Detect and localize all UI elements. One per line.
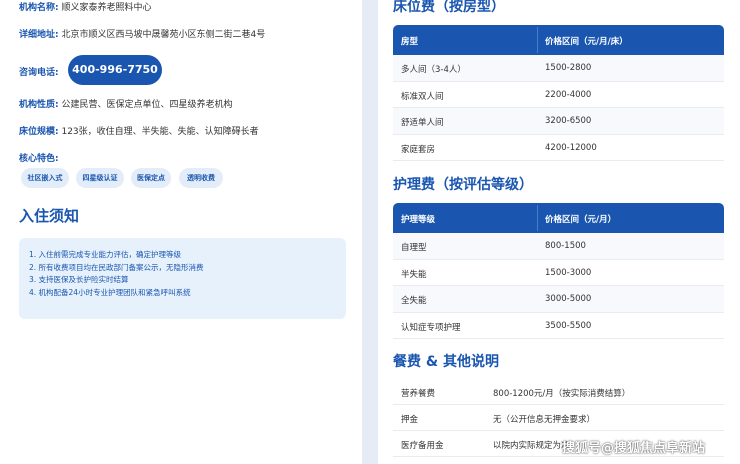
- institution-name-label: 机构名称:: [19, 3, 59, 13]
- cell-care-level: 认知症专项护理: [401, 322, 461, 333]
- cell-care-level: 半失能: [401, 269, 427, 280]
- cell-price: 2200-4000: [545, 89, 592, 100]
- list-item: 营养餐费 800-1200元/月（按实际消费结算）: [393, 379, 724, 405]
- notice-item: 1. 入住前需完成专业能力评估，确定护理等级: [29, 250, 182, 259]
- nature-label: 机构性质:: [19, 100, 59, 110]
- cell-price: 4200-12000: [545, 142, 597, 153]
- nature-value: 公建民营、医保定点单位、四星级养老机构: [61, 100, 233, 110]
- care-fee-title: 护理费（按评估等级）: [393, 177, 533, 193]
- table-row: 认知症专项护理 3500-5500: [393, 313, 724, 339]
- features-label: 核心特色:: [19, 154, 59, 164]
- notice-item: 3. 支持医保及长护险实时结算: [29, 275, 129, 284]
- other-item-label: 押金: [401, 415, 419, 425]
- address-row: 详细地址: 北京市顺义区西马坡中晟馨苑小区东侧二街二巷4号: [19, 27, 265, 40]
- care-fee-table-header: 护理等级 价格区间（元/月）: [393, 203, 724, 233]
- feature-tag: 透明收费: [179, 168, 223, 188]
- feature-tag: 社区嵌入式: [21, 168, 69, 188]
- notice-title: 入住须知: [19, 207, 80, 225]
- care-fee-header-level: 护理等级: [401, 215, 436, 225]
- cell-price: 3500-5500: [545, 320, 592, 331]
- cell-room-type: 家庭套房: [401, 144, 436, 155]
- care-fee-table: 护理等级 价格区间（元/月） 自理型 800-1500 半失能 1500-3000 …: [393, 203, 724, 339]
- nature-row: 机构性质: 公建民营、医保定点单位、四星级养老机构: [19, 97, 233, 110]
- cell-price: 3200-6500: [545, 116, 592, 126]
- phone-button[interactable]: 400-996-7750: [68, 55, 162, 85]
- notice-box: 1. 入住前需完成专业能力评估，确定护理等级 2. 所有收费项目均在民政部门备案…: [19, 238, 346, 319]
- institution-name-row: 机构名称: 顺义家泰养老照料中心: [19, 0, 152, 13]
- other-item-value: 以院内实际规定为准: [493, 441, 570, 451]
- other-item-value: 无（公开信息无押金要求）: [493, 415, 596, 425]
- table-row: 半失能 1500-3000: [393, 260, 724, 286]
- table-row: 自理型 800-1500: [393, 233, 724, 260]
- bed-fee-header-price: 价格区间（元/月/床）: [545, 37, 628, 47]
- cell-price: 1500-3000: [545, 267, 592, 278]
- table-row: 舒适单人间 3200-6500: [393, 108, 724, 135]
- bed-fee-title: 床位费（按房型）: [393, 0, 505, 15]
- notice-item: 4. 机构配备24小时专业护理团队和紧急呼叫系统: [29, 287, 191, 297]
- table-row: 全失能 3000-5000: [393, 286, 724, 313]
- other-item-label: 医疗备用金: [401, 441, 444, 451]
- institution-name-value: 顺义家泰养老照料中心: [61, 3, 152, 13]
- table-row: 多人间（3-4人） 1500-2800: [393, 55, 724, 82]
- feature-tag: 医保定点: [131, 168, 171, 188]
- other-fee-title: 餐费 & 其他说明: [393, 354, 499, 370]
- bed-fee-table-header: 房型 价格区间（元/月/床）: [393, 25, 724, 55]
- cell-room-type: 舒适单人间: [401, 118, 444, 128]
- notice-item: 2. 所有收费项目均在民政部门备案公示，无隐形消费: [29, 262, 204, 272]
- table-row: 家庭套房 4200-12000: [393, 135, 724, 161]
- table-row: 标准双人间 2200-4000: [393, 82, 724, 108]
- cell-room-type: 标准双人间: [401, 91, 444, 102]
- cell-care-level: 自理型: [401, 243, 427, 253]
- scale-label: 床位规模:: [19, 127, 59, 137]
- address-label: 详细地址:: [19, 30, 59, 40]
- other-item-label: 营养餐费: [401, 389, 436, 399]
- cell-room-type: 多人间（3-4人）: [401, 65, 466, 75]
- cell-care-level: 全失能: [401, 296, 427, 306]
- cell-price: 1500-2800: [545, 63, 592, 73]
- care-fee-header-price: 价格区间（元/月）: [545, 215, 617, 225]
- cell-price: 3000-5000: [545, 294, 592, 304]
- feature-tag: 四星级认证: [76, 168, 124, 188]
- phone-label: 咨询电话:: [19, 68, 59, 78]
- other-item-value: 800-1200元/月（按实际消费结算）: [493, 389, 631, 399]
- address-value: 北京市顺义区西马坡中晟馨苑小区东侧二街二巷4号: [61, 30, 266, 40]
- bed-fee-header-type: 房型: [401, 37, 419, 47]
- cell-price: 800-1500: [545, 241, 586, 251]
- list-item: 押金 无（公开信息无押金要求）: [393, 405, 724, 431]
- bed-fee-table: 房型 价格区间（元/月/床） 多人间（3-4人） 1500-2800 标准双人间 2…: [393, 25, 724, 161]
- scale-value: 123张，收住自理、半失能、失能、认知障碍长者: [61, 127, 259, 137]
- watermark: 搜狐号@搜狐焦点阜新站: [562, 441, 706, 456]
- scale-row: 床位规模: 123张，收住自理、半失能、失能、认知障碍长者: [19, 124, 259, 137]
